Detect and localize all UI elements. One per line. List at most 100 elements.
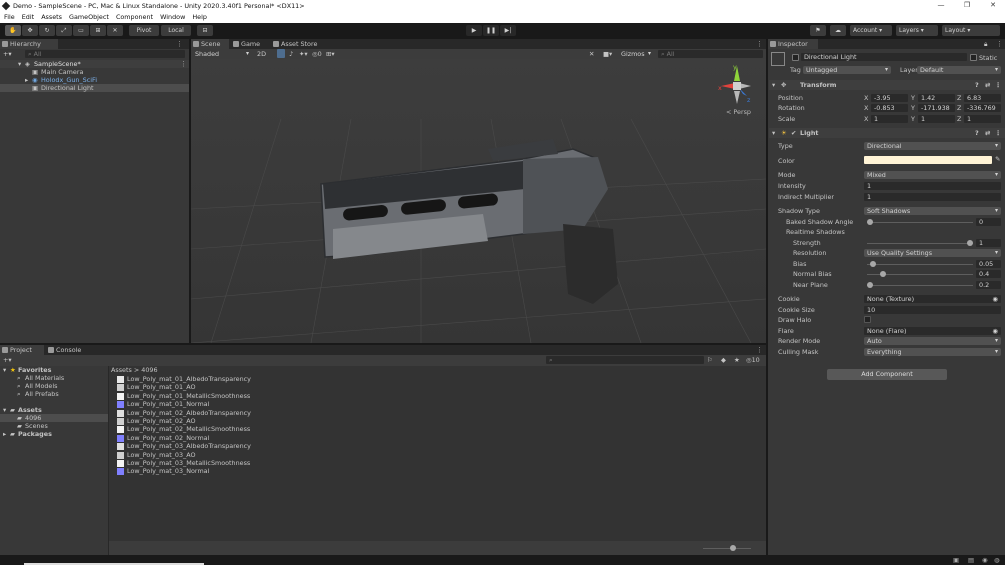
position-y-input[interactable]: 1.42 <box>918 94 955 102</box>
lighting-status-icon[interactable]: ◉ <box>982 556 988 564</box>
menu-component[interactable]: Component <box>116 13 153 21</box>
breadcrumb-current[interactable]: 4096 <box>141 366 157 374</box>
file-row[interactable]: Low_Poly_mat_01_AlbedoTransparency <box>114 375 314 383</box>
scene-viewport[interactable]: y x z < Persp <box>191 59 766 343</box>
favorite-item[interactable]: ⌕ All Prefabs <box>0 390 108 398</box>
menu-gameobject[interactable]: GameObject <box>69 13 109 21</box>
fx-toggle-icon[interactable]: ✦▾ <box>299 50 308 58</box>
layer-dropdown[interactable]: Default <box>917 66 1001 74</box>
pivot-toggle[interactable]: Pivot <box>129 25 159 36</box>
file-row[interactable]: Low_Poly_mat_02_AO <box>114 417 314 425</box>
panel-menu-icon[interactable]: ⋮ <box>756 39 763 49</box>
enabled-checkbox-icon[interactable]: ✔ <box>791 128 796 138</box>
custom-tool-icon[interactable]: ✕ <box>107 25 123 36</box>
near-plane-slider[interactable] <box>867 282 973 288</box>
strength-input[interactable]: 1 <box>976 239 1001 247</box>
file-row[interactable]: Low_Poly_mat_02_MetallicSmoothness <box>114 425 314 434</box>
file-row[interactable]: Low_Poly_mat_01_Normal <box>114 400 314 409</box>
scale-y-input[interactable]: 1 <box>918 115 955 123</box>
position-z-input[interactable]: 6.83 <box>964 94 1001 102</box>
local-toggle[interactable]: Local <box>161 25 191 36</box>
indirect-input[interactable]: 1 <box>864 193 1001 201</box>
menu-edit[interactable]: Edit <box>22 13 34 21</box>
step-button[interactable]: ▶| <box>500 25 516 36</box>
tab-project[interactable]: Project <box>0 345 44 355</box>
rect-tool-icon[interactable]: ▭ <box>73 25 89 36</box>
folder-scenes[interactable]: ▰ Scenes <box>0 422 108 430</box>
search-by-label-icon[interactable]: ◆ <box>721 356 726 364</box>
rotation-y-input[interactable]: -171.938 <box>918 104 955 112</box>
panel-menu-icon[interactable]: ⋮ <box>756 345 763 355</box>
tag-dropdown[interactable]: Untagged <box>803 66 891 74</box>
strength-slider[interactable] <box>867 240 973 246</box>
hierarchy-item-main-camera[interactable]: ▣ Main Camera <box>0 68 189 76</box>
camera-icon[interactable]: ■▾ <box>603 50 612 58</box>
baked-angle-slider[interactable] <box>867 219 973 225</box>
audio-toggle-icon[interactable]: ♪ <box>289 50 293 58</box>
icon-size-slider[interactable] <box>703 545 751 551</box>
search-by-type-icon[interactable]: ⚐ <box>707 356 713 364</box>
slider-knob[interactable] <box>869 261 876 267</box>
scene-menu-icon[interactable]: ⋮ <box>180 60 187 68</box>
favorite-item[interactable]: ⌕ All Materials <box>0 374 108 382</box>
slider-knob[interactable] <box>867 282 873 288</box>
notification-icon[interactable]: ◍ <box>994 556 1000 564</box>
favorites-row[interactable]: ▾ ★ Favorites <box>0 366 108 374</box>
tab-hierarchy[interactable]: Hierarchy <box>0 39 58 49</box>
help-icon[interactable]: ? <box>975 128 979 138</box>
help-icon[interactable]: ? <box>975 80 979 90</box>
tools-icon[interactable]: ✕ <box>589 50 594 58</box>
component-menu-icon[interactable]: ⋮ <box>995 128 1001 138</box>
transform-tool-icon[interactable]: ⊞ <box>90 25 106 36</box>
lock-icon[interactable]: 🔒︎ <box>984 39 987 49</box>
tab-console[interactable]: Console <box>46 345 90 355</box>
preset-icon[interactable]: ⇄ <box>985 128 990 138</box>
tab-scene[interactable]: Scene <box>191 39 229 49</box>
menu-assets[interactable]: Assets <box>41 13 62 21</box>
hierarchy-item-gun[interactable]: ▸ ◉ Holodx_Gun_SciFi <box>0 76 189 84</box>
play-button[interactable]: ▶ <box>466 25 482 36</box>
draw-halo-checkbox[interactable] <box>864 316 871 323</box>
scene-row[interactable]: ▾ ◈ SampleScene* ⋮ <box>0 60 189 68</box>
near-plane-input[interactable]: 0.2 <box>976 281 1001 289</box>
intensity-input[interactable]: 1 <box>864 182 1001 190</box>
bias-input[interactable]: 0.05 <box>976 260 1001 268</box>
tab-asset-store[interactable]: Asset Store <box>271 39 329 49</box>
cookie-field[interactable]: None (Texture) ◉ <box>864 295 1001 303</box>
packages-row[interactable]: ▸ ▰ Packages <box>0 430 108 438</box>
color-swatch[interactable] <box>864 156 992 164</box>
component-menu-icon[interactable]: ⋮ <box>995 80 1001 90</box>
menu-file[interactable]: File <box>4 13 15 21</box>
tab-game[interactable]: Game <box>231 39 269 49</box>
account-dropdown[interactable]: Account ▾ <box>850 25 892 36</box>
shading-dropdown[interactable]: Shaded <box>192 50 252 58</box>
bias-slider[interactable] <box>867 261 973 267</box>
transform-header[interactable]: ▾ ✥ Transform ? ⇄ ⋮ <box>769 80 1005 90</box>
breadcrumb-root[interactable]: Assets <box>111 366 132 374</box>
add-icon[interactable]: +▾ <box>3 50 12 58</box>
hierarchy-item-directional-light[interactable]: ▣ Directional Light <box>0 84 189 92</box>
type-dropdown[interactable]: Directional <box>864 142 1001 150</box>
hand-tool-icon[interactable]: ✋ <box>5 25 21 36</box>
cookie-size-input[interactable]: 10 <box>864 306 1001 314</box>
slider-knob[interactable] <box>967 240 973 246</box>
slider-knob[interactable] <box>867 219 873 225</box>
object-picker-icon[interactable]: ◉ <box>992 295 998 303</box>
favorite-item[interactable]: ⌕ All Models <box>0 382 108 390</box>
close-button[interactable]: ✕ <box>984 0 1002 12</box>
rotation-x-input[interactable]: -0.853 <box>871 104 908 112</box>
hidden-packages-icon[interactable]: ◎10 <box>746 356 760 364</box>
position-x-input[interactable]: -3.95 <box>871 94 908 102</box>
layout-dropdown[interactable]: Layout ▾ <box>942 25 1000 36</box>
hidden-objects-icon[interactable]: ◎0 <box>312 50 322 58</box>
panel-menu-icon[interactable]: ⋮ <box>996 39 1003 49</box>
slider-knob[interactable] <box>880 271 886 277</box>
object-picker-icon[interactable]: ◉ <box>992 327 998 335</box>
render-mode-dropdown[interactable]: Auto <box>864 337 1001 345</box>
light-header[interactable]: ▾ ☀ ✔ Light ? ⇄ ⋮ <box>769 128 1005 138</box>
scale-tool-icon[interactable]: ⤢ <box>56 25 72 36</box>
slider-knob[interactable] <box>730 545 737 551</box>
shadow-type-dropdown[interactable]: Soft Shadows <box>864 207 1001 215</box>
mode-dropdown[interactable]: Mixed <box>864 171 1001 179</box>
normal-bias-input[interactable]: 0.4 <box>976 270 1001 278</box>
